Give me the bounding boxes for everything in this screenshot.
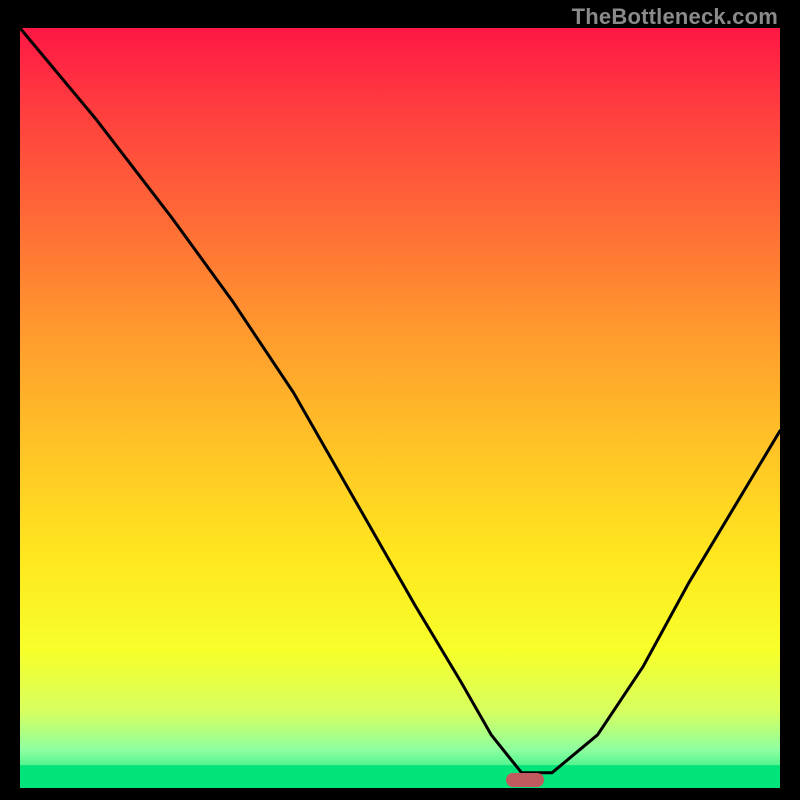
bottleneck-chart [20,28,780,788]
chart-baseline-band [20,765,780,788]
optimal-marker [506,773,544,787]
chart-background [20,28,780,788]
watermark-text: TheBottleneck.com [572,4,778,30]
chart-frame [20,28,780,788]
